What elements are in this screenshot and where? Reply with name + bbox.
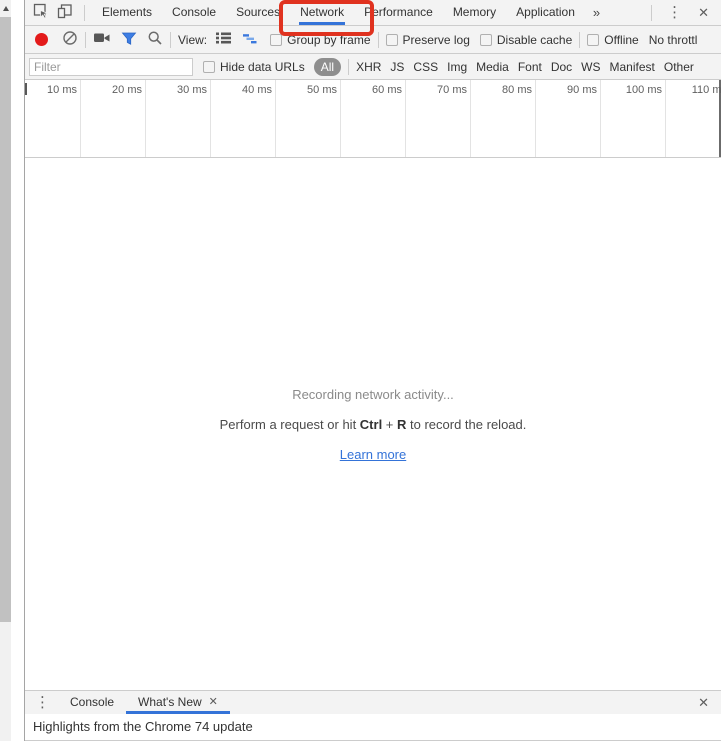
timeline-tick-label: 60 ms [328,84,402,96]
device-toolbar-icon [57,3,73,22]
tab-application[interactable]: Application [506,0,585,25]
timeline-tick-label: 70 ms [393,84,467,96]
checkbox-icon [587,34,599,46]
devtools-panel: ElementsConsoleSourcesNetworkPerformance… [24,0,721,741]
inspect-element-button[interactable] [29,1,53,25]
separator [170,32,171,48]
devtools-close-icon[interactable]: ✕ [690,6,717,19]
filter-type-list: XHR JS CSS Img Media Font Doc WS Manifest Other [356,60,694,74]
scroll-up-arrow-icon [3,6,9,11]
screenshot-icon [93,31,111,48]
view-label: View: [178,33,207,47]
device-toolbar-button[interactable] [53,1,77,25]
drawer-right-controls: ✕ [690,696,721,710]
list-view-button[interactable] [215,31,232,48]
timeline-tick-label: 90 ms [523,84,597,96]
tab-performance[interactable]: Performance [354,0,443,25]
offline-checkbox[interactable]: Offline [587,33,638,47]
network-empty-state: Recording network activity... Perform a … [25,158,721,690]
filter-type-media[interactable]: Media [476,60,509,74]
filter-type-img[interactable]: Img [447,60,467,74]
tab-memory[interactable]: Memory [443,0,506,25]
timeline-ruler: 10 ms20 ms30 ms40 ms50 ms60 ms70 ms80 ms… [25,80,721,158]
timeline-tick-label: 50 ms [263,84,337,96]
disable-cache-checkbox[interactable]: Disable cache [480,33,572,47]
separator [85,32,86,48]
main-tabbar-tabs: ElementsConsoleSourcesNetworkPerformance… [92,0,585,25]
clear-icon [62,30,78,49]
separator [579,32,580,48]
timeline-tick-label: 30 ms [133,84,207,96]
separator [651,5,652,21]
offline-label: Offline [604,33,638,47]
network-filter-bar: Hide data URLs All XHR JS CSS Img Media Font D… [25,54,721,80]
timeline-tick-label: 20 ms [68,84,142,96]
whats-new-heading: Highlights from the Chrome 74 update [25,714,721,741]
filter-type-all[interactable]: All [314,58,341,76]
checkbox-icon [386,34,398,46]
r-key-label: R [397,417,406,432]
ctrl-key-label: Ctrl [360,417,382,432]
preserve-log-label: Preserve log [403,33,470,47]
filter-type-ws[interactable]: WS [581,60,600,74]
scrollbar-up-button[interactable] [0,0,11,16]
filter-type-js[interactable]: JS [390,60,404,74]
hide-data-urls-checkbox[interactable]: Hide data URLs [203,60,305,74]
tab-network[interactable]: Network [290,0,354,25]
drawer-tab-whats-new[interactable]: What's New ✕ [126,691,230,714]
inspect-icon [33,3,49,22]
drawer-menu-icon[interactable]: ⋮ [27,695,58,710]
waterfall-icon [242,31,258,49]
page-scrollbar[interactable] [0,0,11,741]
filter-type-xhr[interactable]: XHR [356,60,381,74]
disable-cache-label: Disable cache [497,33,572,47]
tabbar-right-controls: ⋮ ✕ [644,5,721,21]
drawer-close-icon[interactable]: ✕ [690,695,717,710]
throttling-select[interactable]: No throttl [649,33,698,47]
separator [84,5,85,21]
filter-type-other[interactable]: Other [664,60,694,74]
list-view-icon [215,31,232,48]
preserve-log-checkbox[interactable]: Preserve log [386,33,470,47]
checkbox-icon [270,34,282,46]
tab-sources[interactable]: Sources [226,0,290,25]
learn-more-link[interactable]: Learn more [340,447,406,462]
tab-close-icon[interactable]: ✕ [209,691,218,714]
filter-type-css[interactable]: CSS [413,60,438,74]
more-tabs-button[interactable]: » [585,5,608,20]
filter-type-doc[interactable]: Doc [551,60,572,74]
devtools-tabbar: ElementsConsoleSourcesNetworkPerformance… [25,0,721,26]
separator [378,32,379,48]
waterfall-view-button[interactable] [242,31,258,49]
filter-type-manifest[interactable]: Manifest [610,60,655,74]
filter-input[interactable] [29,58,193,76]
capture-screenshots-button[interactable] [93,31,111,48]
tab-elements[interactable]: Elements [92,0,162,25]
reload-instruction-text: Perform a request or hit Ctrl + R to rec… [220,417,527,432]
timeline-tick-label: 100 ms [588,84,662,96]
scrollbar-thumb[interactable] [0,17,11,622]
timeline-tick-label: 40 ms [198,84,272,96]
checkbox-icon [480,34,492,46]
drawer-tabbar: ⋮ Console What's New ✕ ✕ [25,690,721,714]
separator [348,59,349,75]
record-icon[interactable] [35,33,48,46]
timeline-tick-label: 80 ms [458,84,532,96]
filter-type-font[interactable]: Font [518,60,542,74]
group-by-frame-checkbox[interactable]: Group by frame [270,33,370,47]
checkbox-icon [203,61,215,73]
search-button[interactable] [147,30,163,49]
network-toolbar: View: Group by frame Preserve log Disabl… [25,26,721,54]
tab-console[interactable]: Console [162,0,226,25]
drawer-tab-console[interactable]: Console [58,691,126,714]
recording-status-text: Recording network activity... [292,387,454,402]
filter-funnel-icon [121,31,137,49]
search-icon [147,30,163,49]
group-by-frame-label: Group by frame [287,33,370,47]
clear-button[interactable] [62,30,78,49]
overflow-menu-icon[interactable]: ⋮ [659,5,690,20]
hide-data-urls-label: Hide data URLs [220,60,305,74]
timeline-tick-label: 110 ms [653,84,721,96]
filter-button[interactable] [121,31,137,49]
